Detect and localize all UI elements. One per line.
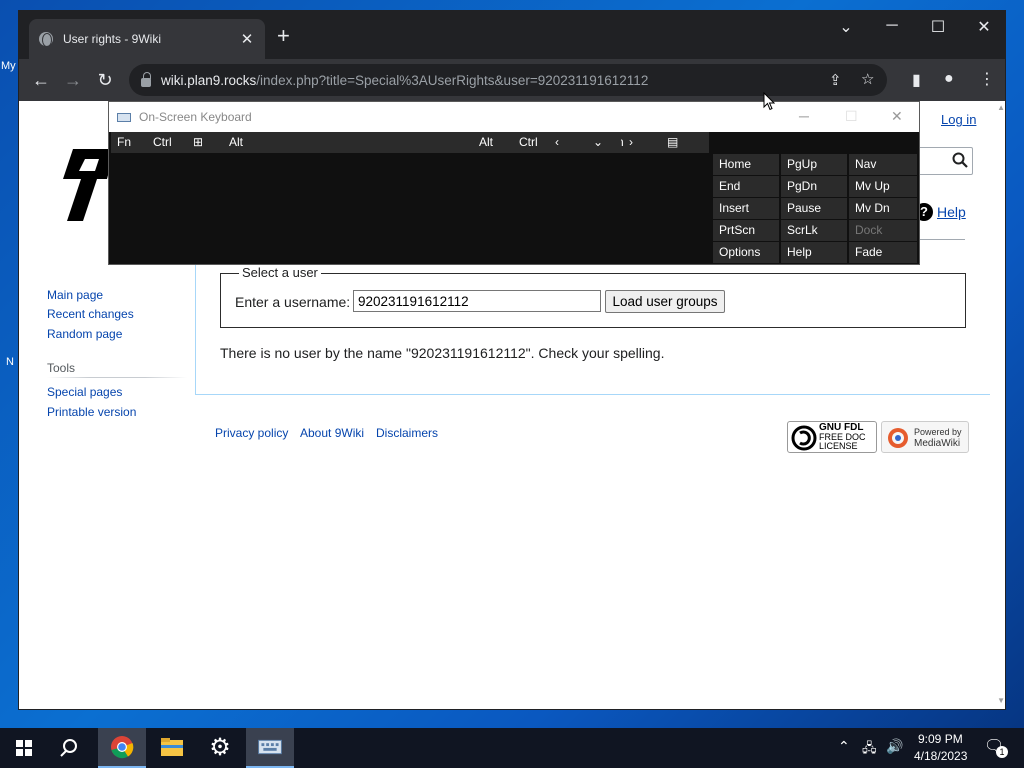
- about-9wiki-link[interactable]: About 9Wiki: [300, 426, 364, 440]
- load-user-groups-button[interactable]: Load user groups: [605, 290, 725, 313]
- osk-key-r5-9[interactable]: ›: [623, 132, 659, 153]
- mw-line2: MediaWiki: [914, 438, 961, 449]
- search-icon[interactable]: [48, 728, 96, 768]
- sidebar-item-printable-version[interactable]: Printable version: [47, 405, 136, 419]
- new-tab-button[interactable]: +: [277, 25, 290, 47]
- fieldset-legend: Select a user: [239, 265, 321, 280]
- username-label: Enter a username:: [235, 294, 351, 310]
- tab-title: User rights - 9Wiki: [63, 32, 162, 46]
- close-window-button[interactable]: ✕: [961, 17, 1005, 37]
- osk-nav-key-scrlk[interactable]: ScrLk: [781, 220, 847, 241]
- back-arrow-icon[interactable]: ←: [25, 70, 57, 91]
- osk-key-r5-7[interactable]: ‹: [549, 132, 585, 153]
- bookmark-star-icon[interactable]: ☆: [861, 70, 874, 88]
- osk-minimize-button[interactable]: ─: [799, 108, 809, 124]
- scroll-up-arrow-icon[interactable]: ▲: [997, 103, 1005, 112]
- sidebar-item-random-page[interactable]: Random page: [47, 327, 122, 341]
- network-icon[interactable]: 🖧: [862, 739, 877, 761]
- sidebar-item-recent-changes[interactable]: Recent changes: [47, 307, 134, 321]
- sidebar-heading-tools: Tools: [47, 361, 76, 375]
- log-in-link[interactable]: Log in: [941, 112, 976, 127]
- osk-key-r5-2[interactable]: ⊞: [187, 132, 221, 153]
- reload-icon[interactable]: ↻: [89, 70, 121, 91]
- scroll-down-arrow-icon[interactable]: ▼: [997, 696, 1005, 705]
- osk-nav-key-end[interactable]: End: [713, 176, 779, 197]
- osk-nav-key-mv-up[interactable]: Mv Up: [849, 176, 917, 197]
- osk-key-r5-4[interactable]: [263, 132, 471, 153]
- browser-toolbar: ← → ↻ wiki.plan9.rocks/index.php?title=S…: [19, 59, 1005, 101]
- mw-line1: Powered by: [914, 427, 962, 437]
- osk-nav-key-options[interactable]: Options: [713, 242, 779, 263]
- osk-nav-key-pgdn[interactable]: PgDn: [781, 176, 847, 197]
- menu-kebab-icon[interactable]: ⋮: [979, 69, 995, 89]
- volume-icon[interactable]: 🔊: [886, 738, 903, 755]
- settings-gear-icon[interactable]: ⚙: [196, 728, 244, 768]
- notification-count-badge: 1: [996, 746, 1008, 758]
- powered-by-mediawiki-badge[interactable]: Powered by MediaWiki: [881, 421, 969, 453]
- on-screen-keyboard-taskbar-icon[interactable]: [246, 728, 294, 768]
- mediawiki-flower-icon: [888, 428, 908, 448]
- windows-start-icon[interactable]: [0, 728, 48, 768]
- url-host: wiki.plan9.rocks: [161, 72, 257, 88]
- tab-close-icon[interactable]: ✕: [239, 30, 255, 48]
- tray-chevron-up-icon[interactable]: ⌃: [838, 738, 850, 755]
- tab-user-rights[interactable]: User rights - 9Wiki ✕: [29, 19, 265, 59]
- osk-nav-key-help[interactable]: Help: [781, 242, 847, 263]
- osk-nav-key-pgup[interactable]: PgUp: [781, 154, 847, 175]
- taskbar: ⚙ ⌃ 🖧 🔊 9:09 PM 4/18/2023 🗨 1: [0, 728, 1024, 768]
- clock-date[interactable]: 4/18/2023: [914, 749, 967, 763]
- osk-title: On-Screen Keyboard: [139, 110, 252, 124]
- tab-search-dropdown-icon[interactable]: ⌄: [823, 17, 869, 37]
- maximize-button[interactable]: ☐: [915, 17, 961, 37]
- osk-nav-key-dock: Dock: [849, 220, 917, 241]
- help-link[interactable]: Help: [937, 204, 966, 220]
- chrome-taskbar-icon[interactable]: [98, 728, 146, 768]
- osk-nav-key-home[interactable]: Home: [713, 154, 779, 175]
- gnu-line3: LICENSE: [819, 441, 858, 451]
- gnu-fdl-badge[interactable]: GNU FDL FREE DOC LICENSE: [787, 421, 877, 453]
- osk-key-r5-3[interactable]: Alt: [223, 132, 261, 153]
- disclaimers-link[interactable]: Disclaimers: [376, 426, 438, 440]
- content-border-bottom: [195, 394, 990, 395]
- file-explorer-icon[interactable]: [148, 728, 196, 768]
- sidebar-divider: [47, 377, 187, 378]
- clock-time[interactable]: 9:09 PM: [918, 732, 963, 746]
- privacy-policy-link[interactable]: Privacy policy: [215, 426, 288, 440]
- globe-icon: [39, 32, 53, 47]
- on-screen-keyboard-window: On-Screen Keyboard ─ ☐ ✕ Esc~`!1@2#3$4%5…: [108, 101, 920, 265]
- forward-arrow-icon[interactable]: →: [57, 70, 89, 91]
- osk-key-r5-5[interactable]: Alt: [473, 132, 511, 153]
- lock-icon: [141, 71, 151, 87]
- osk-nav-key-insert[interactable]: Insert: [713, 198, 779, 219]
- mouse-cursor-icon: [763, 92, 775, 111]
- osk-close-button[interactable]: ✕: [891, 108, 903, 125]
- osk-nav-key-prtscn[interactable]: PrtScn: [713, 220, 779, 241]
- osk-key-r5-1[interactable]: Ctrl: [147, 132, 185, 153]
- error-message: There is no user by the name "9202311916…: [220, 345, 665, 361]
- osk-nav-key-nav[interactable]: Nav: [849, 154, 917, 175]
- osk-titlebar[interactable]: On-Screen Keyboard ─ ☐ ✕: [109, 102, 919, 132]
- search-icon[interactable]: [952, 152, 968, 168]
- osk-key-r5-6[interactable]: Ctrl: [513, 132, 547, 153]
- keyboard-icon: [117, 112, 131, 122]
- tab-strip: User rights - 9Wiki ✕ + ⌄ ─ ☐ ✕: [19, 11, 1005, 59]
- sidebar-item-special-pages[interactable]: Special pages: [47, 385, 122, 399]
- copyleft-icon: [791, 425, 817, 451]
- osk-key-r5-8[interactable]: ⌄: [587, 132, 621, 153]
- desktop-label-n: N: [6, 356, 14, 368]
- share-icon[interactable]: ⇪: [829, 71, 842, 89]
- url-path: /index.php?title=Special%3AUserRights&us…: [256, 72, 649, 88]
- osk-nav-key-pause[interactable]: Pause: [781, 198, 847, 219]
- side-panel-icon[interactable]: ▮: [912, 70, 921, 90]
- sidebar-item-main-page[interactable]: Main page: [47, 288, 103, 302]
- profile-icon[interactable]: ●: [944, 70, 954, 88]
- desktop-label-my: My: [1, 60, 16, 72]
- minimize-button[interactable]: ─: [869, 17, 915, 35]
- osk-maximize-button: ☐: [845, 108, 858, 124]
- osk-key-r5-0[interactable]: Fn: [111, 132, 145, 153]
- osk-nav-key-fade[interactable]: Fade: [849, 242, 917, 263]
- osk-nav-key-mv-dn[interactable]: Mv Dn: [849, 198, 917, 219]
- osk-key-r5-10[interactable]: ▤: [661, 132, 709, 153]
- username-input[interactable]: [353, 290, 601, 312]
